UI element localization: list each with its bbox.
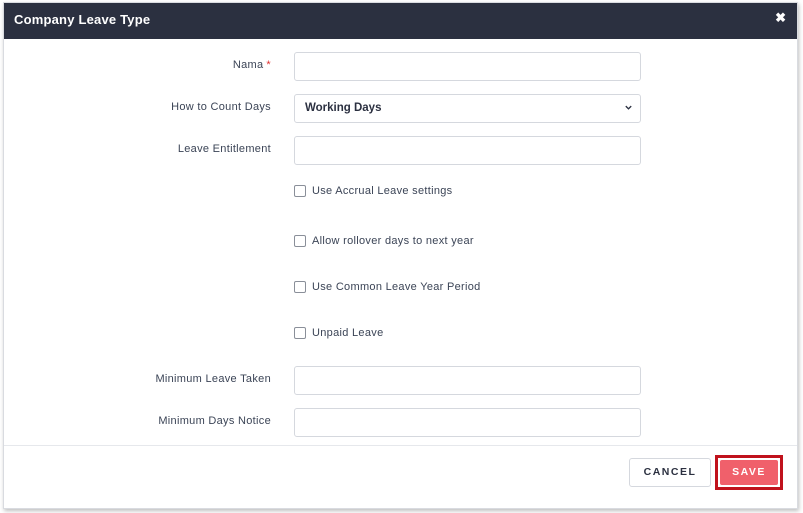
name-label: Nama *	[233, 59, 271, 71]
common-leave-year-label: Use Common Leave Year Period	[312, 281, 481, 293]
min-leave-taken-label: Minimum Leave Taken	[155, 373, 271, 385]
required-marker: *	[266, 59, 271, 71]
common-leave-year-checkbox[interactable]	[294, 281, 306, 293]
accrual-leave-checkbox[interactable]	[294, 185, 306, 197]
save-button-highlight: SAVE	[715, 455, 783, 490]
footer-divider	[4, 445, 797, 446]
unpaid-leave-label: Unpaid Leave	[312, 327, 384, 339]
min-leave-taken-input[interactable]	[294, 366, 641, 395]
accrual-leave-option[interactable]: Use Accrual Leave settings	[294, 184, 452, 198]
unpaid-leave-checkbox[interactable]	[294, 327, 306, 339]
count-days-select[interactable]: Working Days	[294, 94, 641, 123]
modal-header: Company Leave Type ✖	[4, 3, 797, 39]
count-days-label: How to Count Days	[171, 101, 271, 113]
cancel-button[interactable]: CANCEL	[629, 458, 711, 487]
min-days-notice-input[interactable]	[294, 408, 641, 437]
accrual-leave-label: Use Accrual Leave settings	[312, 185, 453, 197]
chevron-down-icon	[625, 105, 632, 110]
save-button[interactable]: SAVE	[720, 460, 778, 485]
entitlement-input[interactable]	[294, 136, 641, 165]
common-leave-year-option[interactable]: Use Common Leave Year Period	[294, 280, 481, 294]
close-icon[interactable]: ✖	[775, 10, 786, 26]
name-input[interactable]	[294, 52, 641, 81]
company-leave-type-modal: Company Leave Type ✖ Nama * How to Count …	[3, 2, 798, 509]
entitlement-label: Leave Entitlement	[177, 143, 271, 155]
rollover-checkbox[interactable]	[294, 235, 306, 247]
rollover-option[interactable]: Allow rollover days to next year	[294, 234, 474, 248]
min-days-notice-label: Minimum Days Notice	[158, 415, 271, 427]
count-days-selected-value: Working Days	[305, 102, 382, 114]
modal-title: Company Leave Type	[14, 12, 151, 27]
unpaid-leave-option[interactable]: Unpaid Leave	[294, 326, 384, 340]
rollover-label: Allow rollover days to next year	[312, 235, 474, 247]
name-label-text: Nama	[232, 59, 264, 71]
